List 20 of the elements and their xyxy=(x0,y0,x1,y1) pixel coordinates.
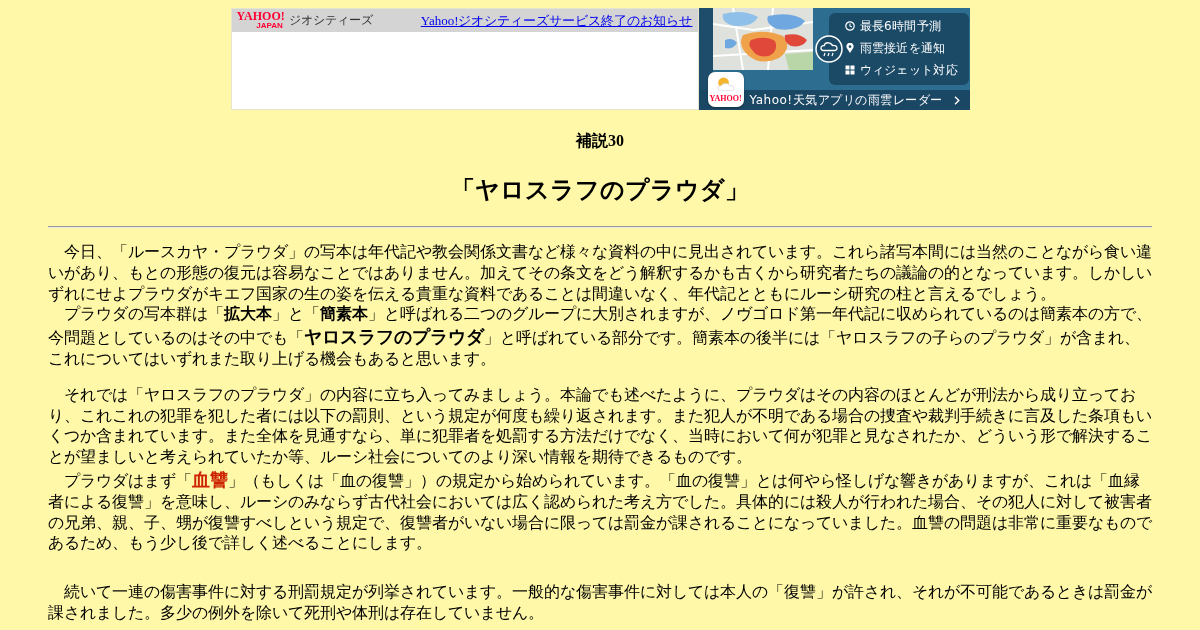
feature-text: 雨雲接近を通知 xyxy=(859,39,946,57)
paragraph: それでは「ヤロスラフのプラウダ」の内容に立ち入ってみましょう。本論でも述べたように、プラウダはその内容のほとんどが刑法から成り立っており、これこれの犯罪を犯した者には以下の罰則、という規定が何度も繰り返されます。また犯人が不明である場合の捜査や裁判手続きに言及した条項もいくつか含まれています。また全体を見通すなら、単に犯罪者を処罰する方法だけでなく、当時において何が犯罪と見なされたか、どういう形で解決することが望ましいと考えられていたか等、ルーシ社会についてのより深い情報を期待できるものです。 xyxy=(48,384,1152,468)
logo-subtext: JAPAN xyxy=(256,22,284,30)
chevron-right-icon xyxy=(953,95,960,105)
sun-cloud-icon xyxy=(715,77,736,91)
paragraph: 今日、「ルースカヤ・プラウダ」の写本は年代記や教会関係文書など様々な資料の中に見出されています。これら諸写本間には当然のことながら食い違いがあり、もとの形態の復元は容易なことではありません。加えてその条文をどう解釈するかも古くから研究者たちの議論の的となっています。しかしいずれにせよプラウダがキエフ国家の生の姿を伝える貴重な資料であることは間違いなく、年代記とともにルーシ研究の柱と言えるでしょう。 xyxy=(48,242,1152,305)
paragraph: 続いて一連の傷害事件に対する刑罰規定が列挙されています。一般的な傷害事件に対しては本人の「復讐」が許され、それが不可能であるときは罰金が課されました。多少の例外を除いて死刑や体刑は存在していません。 xyxy=(48,582,1152,624)
paragraph: プラウダの写本群は「拡大本」と「簡素本」と呼ばれる二つのグループに大別されますが、ノヴゴロド第一年代記に収められているのは簡素本の方で、今問題としているのはその中でも「ヤロスラフのプラウダ」と呼ばれている部分です。簡素本の後半には「ヤロスラフの子らのプラウダ」が含まれ、これについてはいずれまた取り上げる機会もあると思います。 xyxy=(48,304,1152,370)
logo-text: YAHOO! xyxy=(236,11,285,22)
notice-link[interactable]: Yahoo!ジオシティーズサービス終了のお知らせ xyxy=(420,11,693,30)
grid-icon xyxy=(844,65,855,75)
feature-text: ウィジェット対応 xyxy=(859,61,958,79)
service-name: ジオシティーズ xyxy=(288,13,373,28)
app-logo-text: YAHOO! xyxy=(709,94,742,103)
paragraph: プラウダはまず「血讐」（もしくは「血の復讐」）の規定から始められています。「血の復讐」とは何やら怪しげな響きがありますが、これは「血縁者による復讐」を意味し、ルーシのみならず古代社会においては広く認められた考え方でした。具体的には殺人が行われた場合、その犯人に対して被害者の兄弟、親、子、甥が復讐すべしという規定で、復讐者がいない場合に限っては罰金が課されることになっていました。血讐の問題は非常に重要なものであるため、もう少し後で詳しく述べることにします。 xyxy=(48,467,1152,555)
feature-text: 最長6時間予測 xyxy=(859,17,942,35)
clock-icon xyxy=(844,21,855,31)
page-title: 補説30 xyxy=(574,131,625,150)
article-heading: 「ヤロスラフのプラウダ」 xyxy=(450,175,750,205)
map-pin-icon xyxy=(844,43,855,53)
